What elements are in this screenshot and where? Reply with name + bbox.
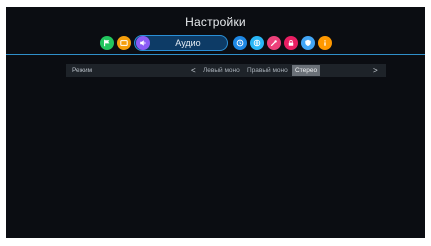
header-divider	[6, 54, 425, 55]
shield-icon[interactable]	[301, 36, 315, 50]
settings-screen: Настройки Аудио Режим < Левый моно Правы…	[6, 7, 425, 238]
clock-icon[interactable]	[233, 36, 247, 50]
chevron-right-icon[interactable]: >	[373, 64, 378, 77]
page-title: Настройки	[185, 15, 246, 29]
wrench-icon[interactable]	[267, 36, 281, 50]
option-left-mono[interactable]: Левый моно	[203, 64, 240, 77]
flag-icon[interactable]	[100, 36, 114, 50]
chevron-left-icon[interactable]: <	[191, 64, 196, 77]
settings-tab-bar: Аудио	[100, 35, 335, 51]
setting-row-mode[interactable]: Режим < Левый моно Правый моно Стерео >	[66, 64, 386, 77]
setting-label: Режим	[72, 67, 93, 74]
speaker-icon	[136, 36, 150, 50]
option-right-mono[interactable]: Правый моно	[247, 64, 288, 77]
picture-icon[interactable]	[117, 36, 131, 50]
tab-audio[interactable]: Аудио	[134, 35, 228, 51]
info-icon[interactable]	[318, 36, 332, 50]
option-stereo-selected[interactable]: Стерео	[292, 65, 321, 76]
lock-icon[interactable]	[284, 36, 298, 50]
globe-icon[interactable]	[250, 36, 264, 50]
tab-audio-label: Аудио	[175, 38, 201, 48]
